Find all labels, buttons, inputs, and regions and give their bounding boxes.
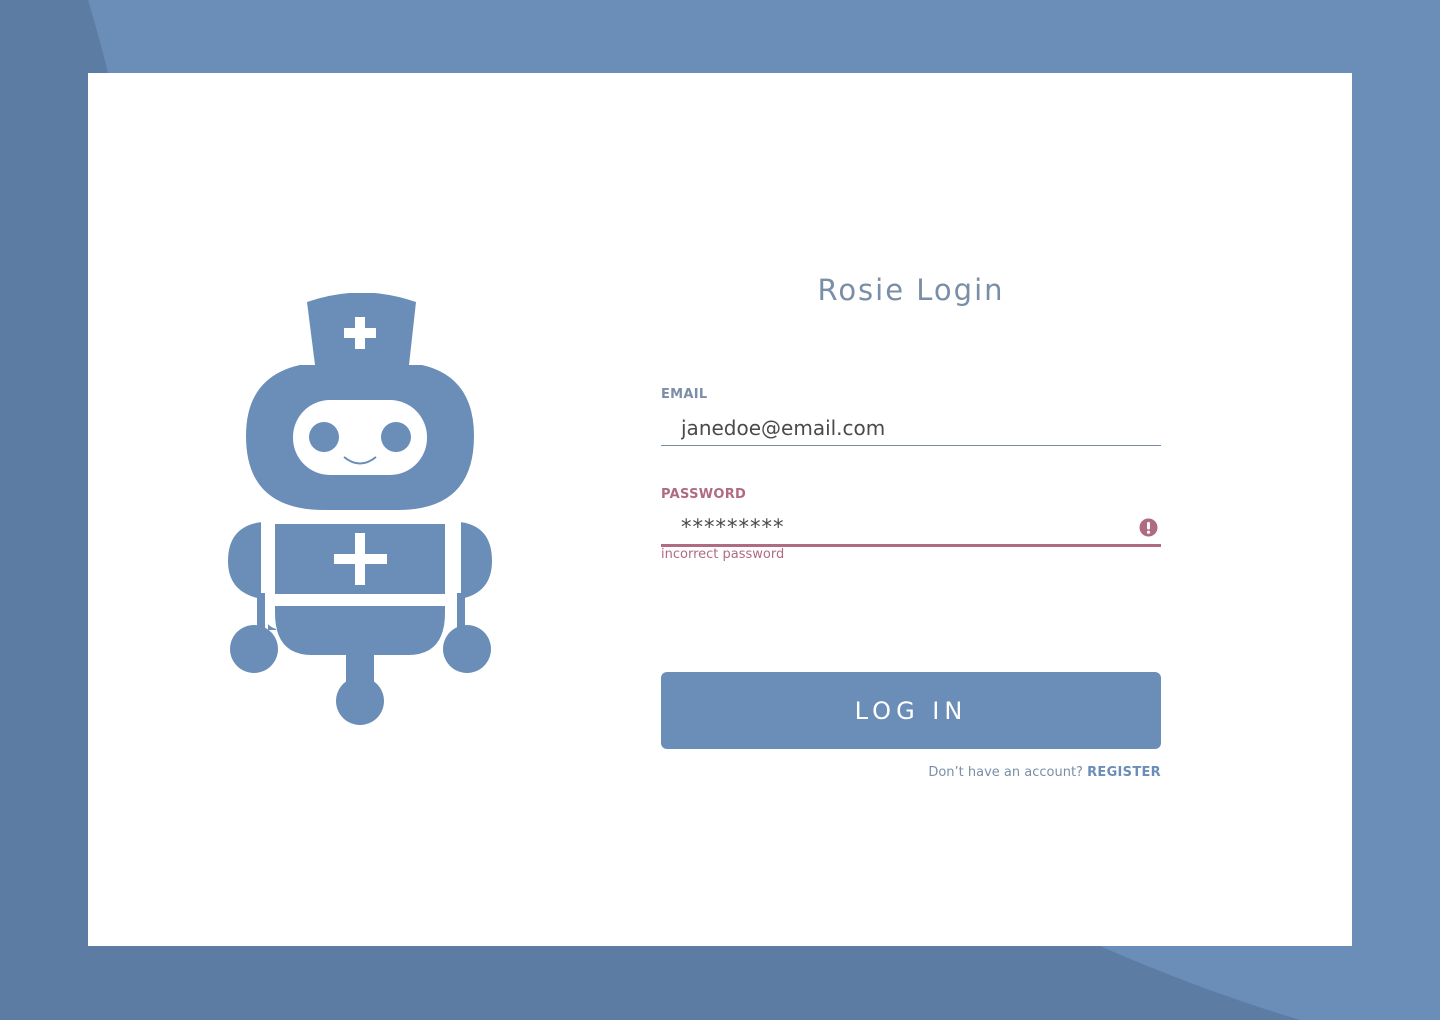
password-error-message: incorrect password <box>661 547 785 562</box>
login-card: Rosie Login EMAIL PASSWORD incorrect pas… <box>88 73 1352 946</box>
page-title: Rosie Login <box>817 273 1005 307</box>
login-button[interactable]: LOG IN <box>661 672 1161 749</box>
password-label: PASSWORD <box>661 487 747 502</box>
nurse-robot-icon <box>228 293 492 725</box>
email-label: EMAIL <box>661 387 708 402</box>
register-prompt-text: Don’t have an account? <box>928 765 1083 780</box>
register-prompt: Don’t have an account? REGISTER <box>928 765 1161 780</box>
email-field[interactable] <box>661 410 1161 446</box>
alert-circle-icon <box>1139 518 1158 537</box>
password-field[interactable] <box>661 509 1161 547</box>
register-link[interactable]: REGISTER <box>1087 765 1161 780</box>
